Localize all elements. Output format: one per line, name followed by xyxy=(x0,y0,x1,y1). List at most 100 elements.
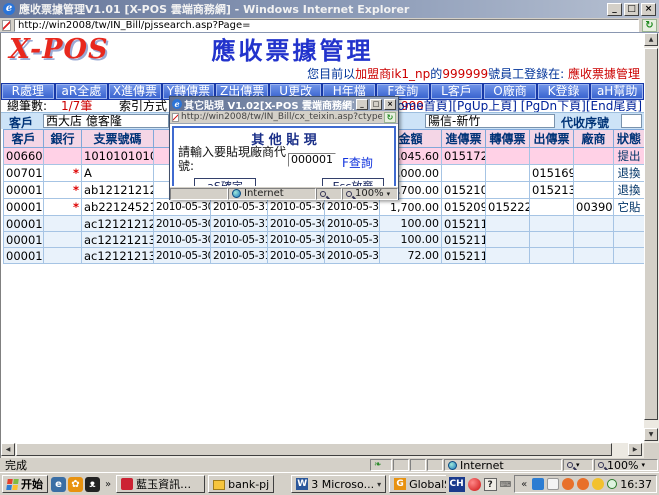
red-app-tray-icon[interactable] xyxy=(468,478,481,491)
tray-collapse-chevron[interactable]: « xyxy=(519,479,529,490)
windows-taskbar: 开始 e ✿ ᴥ » 藍玉資訊研...bank-pj W3 Microso...▾… xyxy=(0,472,659,495)
status-text: 完成 xyxy=(1,457,369,473)
help-icon[interactable]: ? xyxy=(484,478,497,491)
confirm-button[interactable]: aS確定 xyxy=(194,178,256,186)
start-button[interactable]: 开始 xyxy=(2,475,48,493)
popup-maximize-button[interactable]: □ xyxy=(370,99,382,110)
windows-tray-icon[interactable] xyxy=(532,478,544,490)
popup-title-bar: e 其它貼現 V1.02[X-POS 雲端商務網] - Wi... _ □ × xyxy=(170,97,398,111)
cell: 2010-05-31 xyxy=(211,248,268,264)
horizontal-scroll-thumb[interactable] xyxy=(16,443,612,456)
ie-logo-icon: e xyxy=(3,3,15,15)
table-row[interactable]: 000010ac121212132010-05-302010-05-312010… xyxy=(4,232,645,248)
cell: 000010 xyxy=(4,199,44,216)
query-link[interactable]: F查詢 xyxy=(342,154,373,171)
cell xyxy=(530,148,574,165)
minimize-button[interactable]: _ xyxy=(607,3,622,16)
cell: ab22124521 xyxy=(82,199,154,216)
cell: 2010-05-30 xyxy=(325,248,380,264)
column-header: 進傳票 xyxy=(442,130,486,148)
scroll-right-icon[interactable]: ▶ xyxy=(628,443,642,456)
customer-input[interactable]: 西大店 億客隆 xyxy=(43,114,169,128)
scroll-up-icon[interactable]: ▲ xyxy=(644,33,658,46)
windows-logo-icon xyxy=(6,479,19,490)
taskbar-button-藍玉資訊研...[interactable]: 藍玉資訊研... xyxy=(116,475,205,493)
scroll-left-icon[interactable]: ◀ xyxy=(1,443,15,456)
chevron-down-icon: ▾ xyxy=(641,461,645,469)
blue-app-icon[interactable]: e xyxy=(51,477,66,492)
menu-button-X進傳票[interactable]: X進傳票 xyxy=(109,84,161,99)
qq-user-icon[interactable] xyxy=(577,478,589,490)
table-row[interactable]: 000010ac121212132010-05-302010-05-312010… xyxy=(4,248,645,264)
cell: ac12121213 xyxy=(82,248,154,264)
keyboard-icon[interactable]: ⌨ xyxy=(500,480,512,489)
total-value: 1/7筆 xyxy=(61,100,92,112)
vertical-scrollbar[interactable]: ▲ ▼ xyxy=(644,33,659,443)
start-label: 开始 xyxy=(21,476,43,492)
popup-refresh-icon[interactable]: ↻ xyxy=(384,112,396,123)
bank-input[interactable]: 陽信-新竹 xyxy=(425,114,555,128)
cell: * xyxy=(44,182,82,199)
url-input[interactable]: http://win2008/tw/IN_Bill/pjssearch.asp?… xyxy=(14,19,639,32)
qq-penguin-icon[interactable]: ᴥ xyxy=(85,477,100,492)
popup-minimize-button[interactable]: _ xyxy=(356,99,368,110)
scroll-down-icon[interactable]: ▼ xyxy=(644,428,658,441)
popup-zoom-pane[interactable]: 100% ▾ xyxy=(342,188,398,200)
popup-close-button[interactable]: × xyxy=(384,99,396,110)
orange-app-icon[interactable]: ✿ xyxy=(68,477,83,492)
menu-button-L客戶[interactable]: L客戶 xyxy=(431,84,483,99)
menu-button-R處理[interactable]: R處理 xyxy=(2,84,54,99)
vertical-scroll-thumb[interactable] xyxy=(644,48,658,420)
document-tray-icon[interactable] xyxy=(547,478,559,490)
cell: ac12121213 xyxy=(82,232,154,248)
menu-button-K登錄[interactable]: K登錄 xyxy=(538,84,590,99)
title-bar: e 應收票據管理V1.01 [X-POS 雲端商務網] - Windows In… xyxy=(0,0,659,18)
ime-indicator[interactable]: CH xyxy=(449,477,465,492)
column-header: 廠商 xyxy=(574,130,614,148)
dropdown-arrow-icon[interactable]: ▾ xyxy=(377,480,381,489)
app-icon xyxy=(121,478,133,490)
qq-user-icon[interactable] xyxy=(562,478,574,490)
menu-button-aR全處[interactable]: aR全處 xyxy=(56,84,108,99)
zoom-pane[interactable]: 100% ▾ xyxy=(594,459,658,471)
popup-status-pane xyxy=(170,188,228,200)
taskbar-button-bank-pj[interactable]: bank-pj xyxy=(208,475,274,493)
maximize-button[interactable]: □ xyxy=(624,3,639,16)
cell: 015211 xyxy=(442,216,486,232)
yellow-tray-icon[interactable] xyxy=(592,478,604,490)
cell: 015210 xyxy=(442,182,486,199)
login-prefix: 您目前以 xyxy=(307,67,355,81)
refresh-icon[interactable]: ↻ xyxy=(642,19,657,32)
vendor-code-input[interactable]: 000001 xyxy=(288,153,336,167)
collect-serial-input[interactable] xyxy=(621,114,642,128)
horizontal-scrollbar[interactable]: ◀ ▶ xyxy=(1,443,644,458)
table-row[interactable]: 000010*ab221245212010-05-302010-05-31201… xyxy=(4,199,645,216)
cell xyxy=(530,199,574,216)
clock-time[interactable]: 16:37 xyxy=(620,478,652,491)
column-header: 支票號碼 xyxy=(82,130,154,148)
popup-address-bar: http://win2008/tw/IN_Bill/cx_teixin.asp?… xyxy=(170,111,398,124)
cell xyxy=(574,165,614,182)
protection-pane[interactable]: ▾ xyxy=(563,459,593,471)
zoom-value: 100% xyxy=(607,459,638,471)
cell xyxy=(530,232,574,248)
page-header: X-POS 應收票據管理 您目前以加盟商ik1_np的999999號員工登錄在:… xyxy=(1,33,644,83)
column-header: 銀行 xyxy=(44,130,82,148)
cell xyxy=(486,182,530,199)
close-button[interactable]: × xyxy=(641,3,656,16)
taskbar-button-GlobalSCAP...[interactable]: GGlobalSCAP... xyxy=(389,475,446,493)
paging-links[interactable]: [Home首頁][PgUp上頁] [PgDn下頁][End尾頁] xyxy=(384,100,642,112)
cancel-button[interactable]: Esc放棄 xyxy=(322,178,384,186)
cell: 2010-05-31 xyxy=(211,216,268,232)
taskbar-button-3 Microso...[interactable]: W3 Microso...▾ xyxy=(291,475,386,493)
popup-url[interactable]: http://win2008/tw/IN_Bill/cx_teixin.asp?… xyxy=(181,112,382,122)
popup-prompt: 請輸入要貼現廠商代號: xyxy=(178,145,290,173)
scrollbar-corner xyxy=(644,443,659,458)
cell xyxy=(486,165,530,182)
menu-button-aH幫助[interactable]: aH幫助 xyxy=(591,84,643,99)
menu-button-O廠商[interactable]: O廠商 xyxy=(484,84,536,99)
table-row[interactable]: 000010ac121212122010-05-302010-05-312010… xyxy=(4,216,645,232)
index-mode-label: 索引方式 xyxy=(119,100,167,112)
cell: 015222 xyxy=(486,199,530,216)
quick-launch-overflow-chevron[interactable]: » xyxy=(103,479,113,490)
